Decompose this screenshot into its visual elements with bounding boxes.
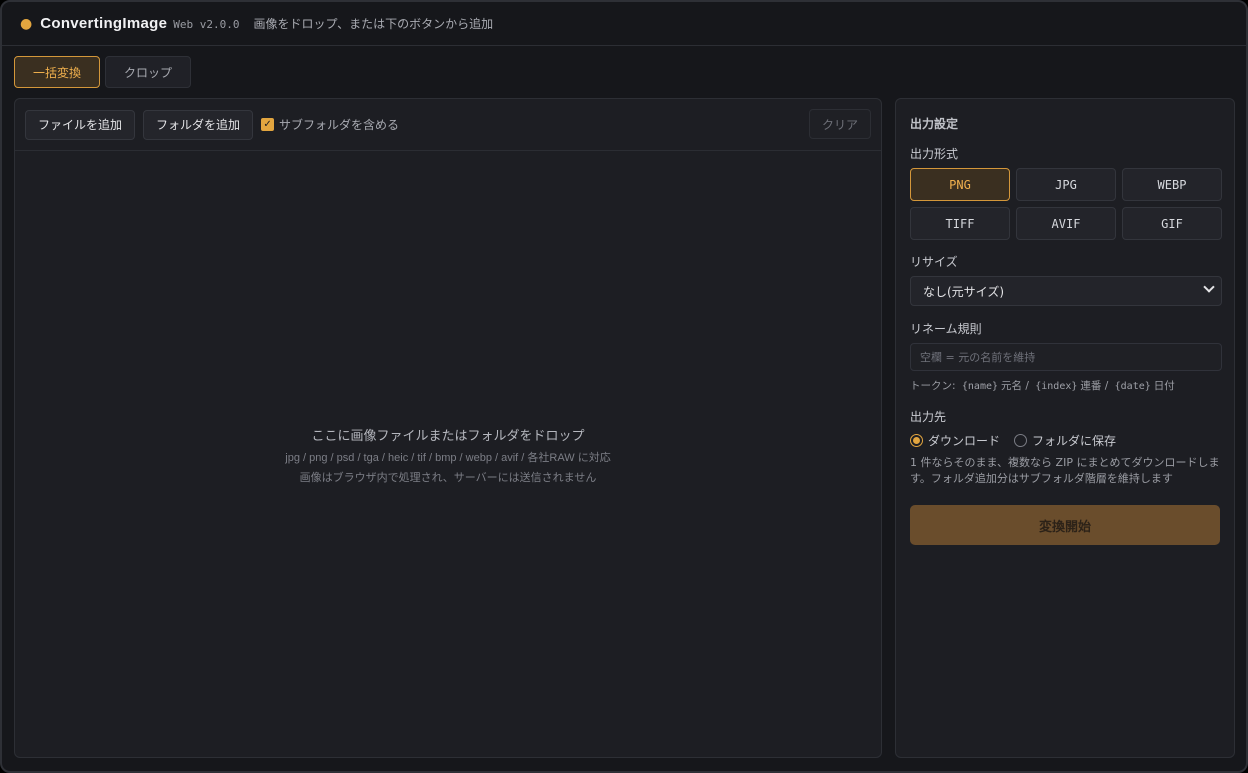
token-date: {date} <box>1114 381 1151 392</box>
file-toolbar: ファイルを追加 フォルダを追加 ✓ サブフォルダを含める クリア <box>15 99 881 151</box>
tokens-prefix: トークン: <box>910 380 956 392</box>
add-folder-button[interactable]: フォルダを追加 <box>143 109 254 140</box>
include-subfolders-label: サブフォルダを含める <box>279 118 400 132</box>
token-name-desc: 元名 / <box>1001 380 1029 392</box>
format-png-button[interactable]: PNG <box>910 168 1010 201</box>
clear-button[interactable]: クリア <box>808 109 871 139</box>
token-help: トークン: {name} 元名 / {index} 連番 / {date} 日付 <box>910 378 1175 393</box>
format-webp-button[interactable]: WEBP <box>1122 168 1222 201</box>
drop-zone[interactable]: ここに画像ファイルまたはフォルダをドロップ jpg / png / psd / … <box>15 151 881 757</box>
app-window: ● ConvertingImage Web v2.0.0 画像をドロップ、または… <box>0 0 1248 773</box>
app-name: ConvertingImage <box>40 15 168 32</box>
brand-dot-icon: ● <box>20 15 33 32</box>
file-panel: ファイルを追加 フォルダを追加 ✓ サブフォルダを含める クリア ここに画像ファ… <box>14 98 882 758</box>
format-gif-button[interactable]: GIF <box>1122 207 1222 240</box>
mode-tabs: 一括変換 クロップ <box>14 56 192 88</box>
destination-description: 1 件ならそのまま、複数なら ZIP にまとめてダウンロードします。フォルダ追加… <box>910 456 1220 485</box>
title-bar: ● ConvertingImage Web v2.0.0 画像をドロップ、または… <box>2 2 1246 46</box>
include-subfolders-checkbox[interactable]: ✓ <box>261 118 275 131</box>
privacy-note: 画像はブラウザ内で処理され、サーバーには送信されません <box>299 471 597 484</box>
chevron-down-icon <box>1203 281 1215 293</box>
include-subfolders-option[interactable]: ✓ サブフォルダを含める <box>261 116 399 133</box>
supported-formats: jpg / png / psd / tga / heic / tif / bmp… <box>285 452 611 464</box>
format-label: 出力形式 <box>910 147 959 161</box>
output-settings-panel: 出力設定 出力形式 PNG JPG WEBP TIFF AVIF GIF リサイ… <box>895 98 1235 758</box>
format-tiff-button[interactable]: TIFF <box>910 207 1010 240</box>
destination-download-option[interactable]: ダウンロード <box>910 432 1000 449</box>
destination-download-label: ダウンロード <box>928 434 1001 448</box>
token-name: {name} <box>961 381 999 392</box>
format-avif-button[interactable]: AVIF <box>1016 207 1116 240</box>
resize-label: リサイズ <box>910 255 958 269</box>
token-date-desc: 日付 <box>1153 380 1175 392</box>
drop-instruction: ここに画像ファイルまたはフォルダをドロップ <box>311 429 585 444</box>
resize-select-value: なし(元サイズ) <box>923 284 1005 299</box>
resize-select[interactable]: なし(元サイズ) <box>910 276 1222 306</box>
token-index: {index} <box>1035 381 1078 392</box>
destination-folder-option[interactable]: フォルダに保存 <box>1014 432 1116 449</box>
destination-label: 出力先 <box>910 410 947 424</box>
tab-crop[interactable]: クロップ <box>105 56 192 88</box>
rename-input[interactable]: 空欄 = 元の名前を維持 <box>910 343 1222 371</box>
destination-folder-label: フォルダに保存 <box>1032 434 1117 448</box>
output-settings-heading: 出力設定 <box>910 117 959 131</box>
token-index-desc: 連番 / <box>1080 380 1109 392</box>
destination-folder-radio[interactable] <box>1014 434 1028 447</box>
rename-label: リネーム規則 <box>910 322 982 336</box>
format-selector: PNG JPG WEBP TIFF AVIF GIF <box>910 168 1222 240</box>
add-files-button[interactable]: ファイルを追加 <box>25 109 136 140</box>
destination-options: ダウンロード フォルダに保存 <box>910 432 1130 449</box>
app-version: Web v2.0.0 <box>173 18 240 31</box>
start-conversion-button[interactable]: 変換開始 <box>910 505 1220 545</box>
destination-download-radio[interactable] <box>910 434 923 447</box>
header-subtitle: 画像をドロップ、または下のボタンから追加 <box>253 17 494 31</box>
tab-batch-convert[interactable]: 一括変換 <box>14 56 101 88</box>
format-jpg-button[interactable]: JPG <box>1016 168 1116 201</box>
